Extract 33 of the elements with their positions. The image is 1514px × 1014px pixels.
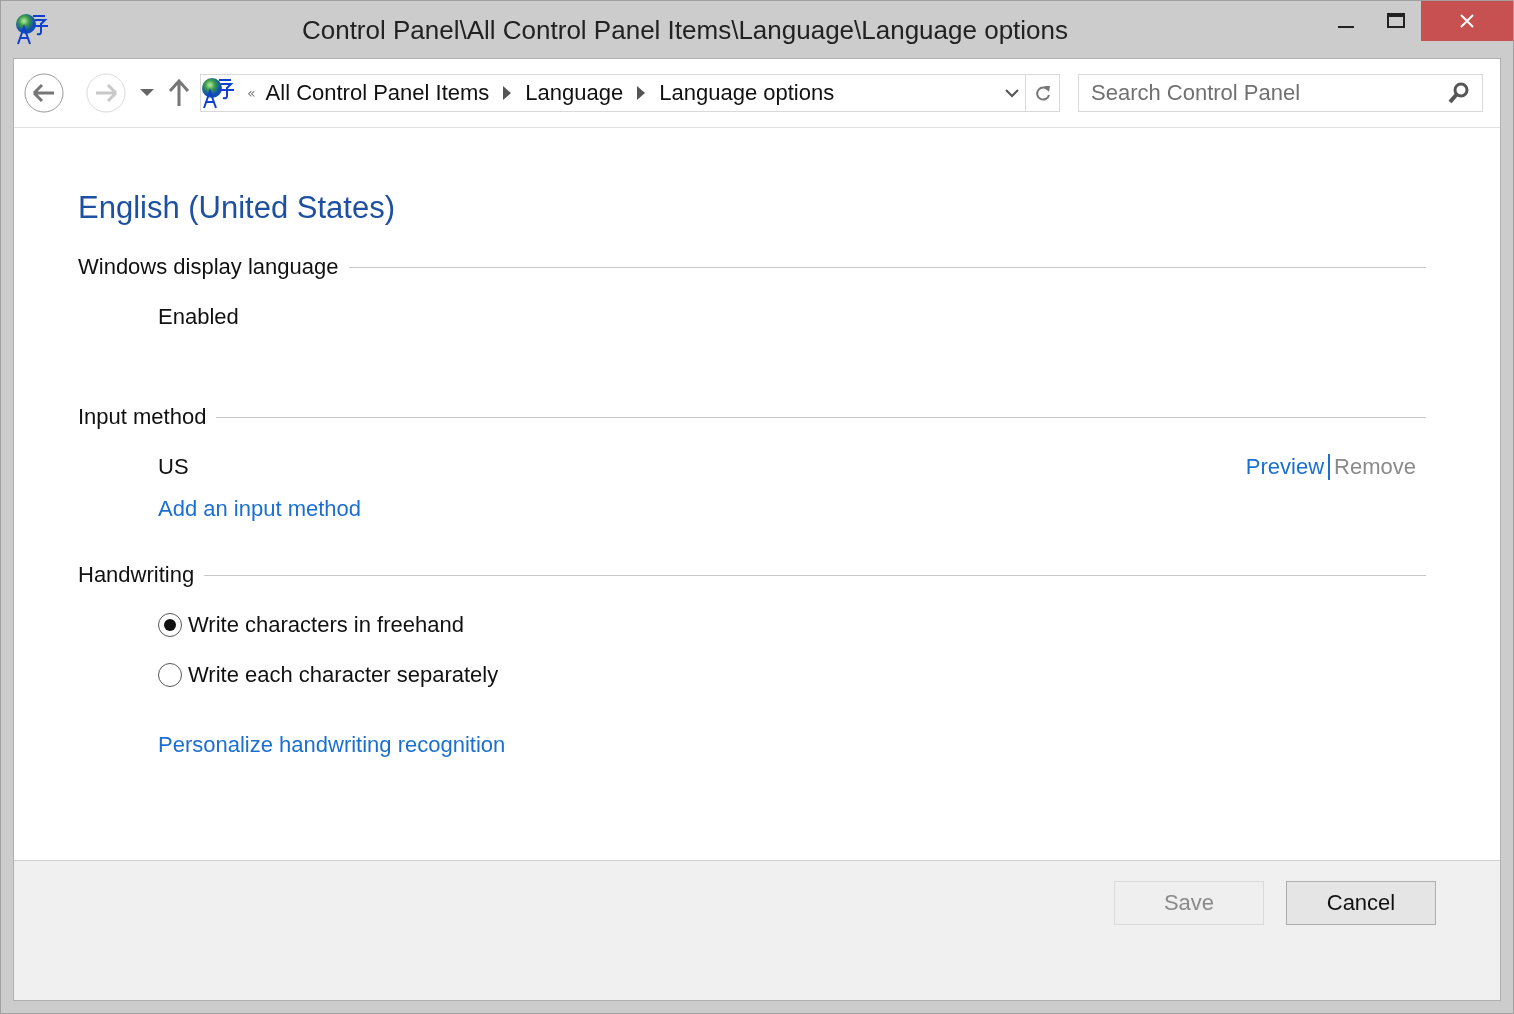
section-heading: Handwriting [78, 562, 195, 588]
close-icon[interactable] [1459, 13, 1475, 29]
dialog-button[interactable]: Cancel [1286, 881, 1436, 925]
radio-button[interactable] [158, 663, 182, 687]
section-heading: Input method [78, 404, 207, 430]
personalize-link[interactable]: Personalize handwriting recognition [158, 732, 506, 758]
app-icon [15, 13, 49, 45]
back-button[interactable] [24, 73, 64, 113]
up-button[interactable] [168, 78, 190, 108]
overflow-chevron[interactable]: « [247, 85, 256, 101]
breadcrumb-arrow-icon[interactable] [637, 86, 646, 100]
caret-icon[interactable] [140, 89, 154, 97]
breadcrumb[interactable]: Language [525, 80, 624, 106]
maximize-icon[interactable] [1387, 13, 1405, 29]
breadcrumb[interactable]: Language options [659, 80, 835, 106]
input-method-name: US [158, 454, 189, 480]
add-input-method-link[interactable]: Add an input method [158, 496, 362, 522]
radio-option[interactable]: Write each character separately [158, 662, 499, 688]
search-field[interactable]: Search Control Panel [1078, 74, 1483, 112]
breadcrumb[interactable]: All Control Panel Items [265, 80, 490, 106]
status-text: Enabled [158, 304, 239, 329]
action-link[interactable]: Preview [1245, 454, 1325, 480]
search-icon[interactable] [1447, 81, 1471, 105]
window-title: Control Panel\All Control Panel Items\Language\Language options [300, 15, 1070, 46]
refresh-icon[interactable] [1033, 83, 1052, 103]
address-bar[interactable]: « All Control Panel Items Language Language options [200, 74, 1060, 112]
radio-button[interactable] [158, 613, 182, 637]
breadcrumb-arrow-icon[interactable] [503, 86, 512, 100]
language-title: English (United States) [78, 190, 397, 226]
chevron-down-icon[interactable] [1005, 88, 1019, 98]
location-icon [201, 77, 235, 109]
radio-option[interactable]: Write characters in freehand [158, 612, 464, 638]
section-heading: Windows display language [78, 254, 339, 280]
